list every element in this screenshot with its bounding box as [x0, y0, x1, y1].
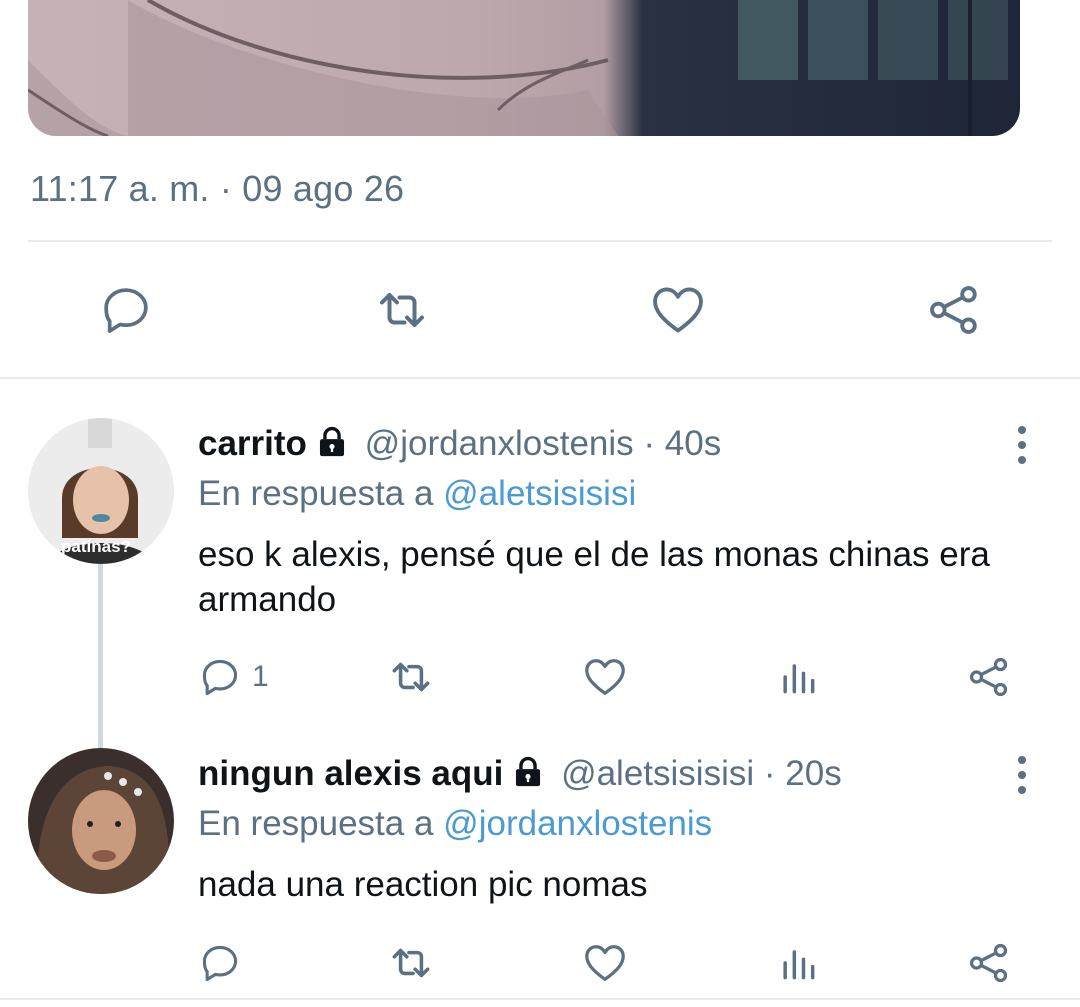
like-button[interactable]: [582, 938, 628, 988]
reply-button[interactable]: 1: [198, 652, 269, 702]
like-button[interactable]: [582, 652, 628, 702]
replying-to: En respuesta a @aletsisisisi: [198, 474, 636, 514]
reply-icon: [202, 945, 238, 982]
share-icon: [930, 286, 977, 334]
tweet-header: carrito @jordanxlostenis · 40s: [198, 424, 721, 468]
replying-to-label: En respuesta a: [198, 804, 434, 843]
more-dot-icon: [1018, 786, 1026, 794]
replying-to-label: En respuesta a: [198, 474, 434, 513]
mention-link[interactable]: @aletsisisisi: [443, 474, 636, 513]
reply-tweet[interactable]: patinas? carrito @jordanxlostenis · 40s …: [0, 380, 1080, 754]
tweet-detail-screen: 11:17 a. m. · 09 ago 26 patinas? carrito…: [0, 0, 1080, 1007]
analytics-button[interactable]: [776, 652, 820, 702]
share-button[interactable]: [966, 652, 1012, 702]
retweet-icon: [392, 948, 430, 978]
avatar-caption: patinas?: [61, 537, 131, 556]
more-options-button[interactable]: [1012, 756, 1032, 794]
reply-icon: [202, 659, 238, 696]
reply-tweet[interactable]: ningun alexis aqui @aletsisisisi · 20s E…: [0, 710, 1080, 1000]
analytics-button[interactable]: [776, 938, 820, 988]
more-dot-icon: [1018, 441, 1026, 449]
share-button[interactable]: [914, 270, 994, 350]
tweet-timestamp: 11:17 a. m. · 09 ago 26: [30, 168, 405, 209]
reply-count: 1: [252, 660, 269, 693]
tweet-text: nada una reaction pic nomas: [198, 865, 648, 904]
user-handle[interactable]: @jordanxlostenis: [365, 424, 634, 463]
user-handle[interactable]: @aletsisisisi: [561, 754, 754, 793]
separator: ·: [763, 754, 776, 793]
reply-button[interactable]: [86, 270, 166, 350]
tweet-time[interactable]: 20s: [785, 754, 841, 793]
media-artwork: [28, 0, 1008, 136]
retweet-button[interactable]: [386, 938, 436, 988]
tweet-action-bar: [0, 270, 1080, 350]
more-dot-icon: [1018, 771, 1026, 779]
avatar[interactable]: patinas?: [28, 418, 174, 564]
retweet-icon: [380, 293, 424, 327]
separator: ·: [643, 424, 656, 463]
reply-action-bar: [0, 938, 1080, 988]
heart-icon: [653, 287, 703, 333]
tweet-text: eso k alexis, pensé que el de las monas …: [198, 535, 990, 619]
reply-button[interactable]: [198, 938, 242, 988]
share-button[interactable]: [966, 938, 1012, 988]
tweet-time[interactable]: 40s: [665, 424, 721, 463]
replying-to: En respuesta a @jordanxlostenis: [198, 804, 712, 844]
more-dot-icon: [1018, 456, 1026, 464]
share-icon: [969, 943, 1008, 983]
more-dot-icon: [1018, 426, 1026, 434]
divider: [28, 240, 1052, 242]
tweet-media-image[interactable]: [28, 0, 1020, 136]
share-icon: [969, 657, 1008, 697]
analytics-icon: [783, 950, 815, 980]
retweet-button[interactable]: [386, 652, 436, 702]
retweet-button[interactable]: [362, 270, 442, 350]
avatar-image: [28, 748, 174, 894]
analytics-icon: [783, 664, 815, 694]
display-name[interactable]: ningun alexis aqui: [198, 754, 503, 793]
heart-icon: [585, 945, 625, 981]
lock-icon: [511, 755, 545, 798]
more-options-button[interactable]: [1012, 426, 1032, 464]
divider: [0, 998, 1080, 1000]
tweet-header: ningun alexis aqui @aletsisisisi · 20s: [198, 754, 842, 798]
mention-link[interactable]: @jordanxlostenis: [443, 804, 712, 843]
avatar-image: patinas?: [28, 418, 174, 564]
section-divider: [0, 377, 1080, 379]
heart-icon: [585, 659, 625, 695]
more-dot-icon: [1018, 756, 1026, 764]
reply-action-bar: 1: [0, 652, 1080, 702]
lock-icon: [315, 425, 349, 468]
like-button[interactable]: [638, 270, 718, 350]
display-name[interactable]: carrito: [198, 424, 307, 463]
retweet-icon: [392, 662, 430, 692]
reply-icon: [104, 288, 148, 333]
avatar[interactable]: [28, 748, 174, 894]
